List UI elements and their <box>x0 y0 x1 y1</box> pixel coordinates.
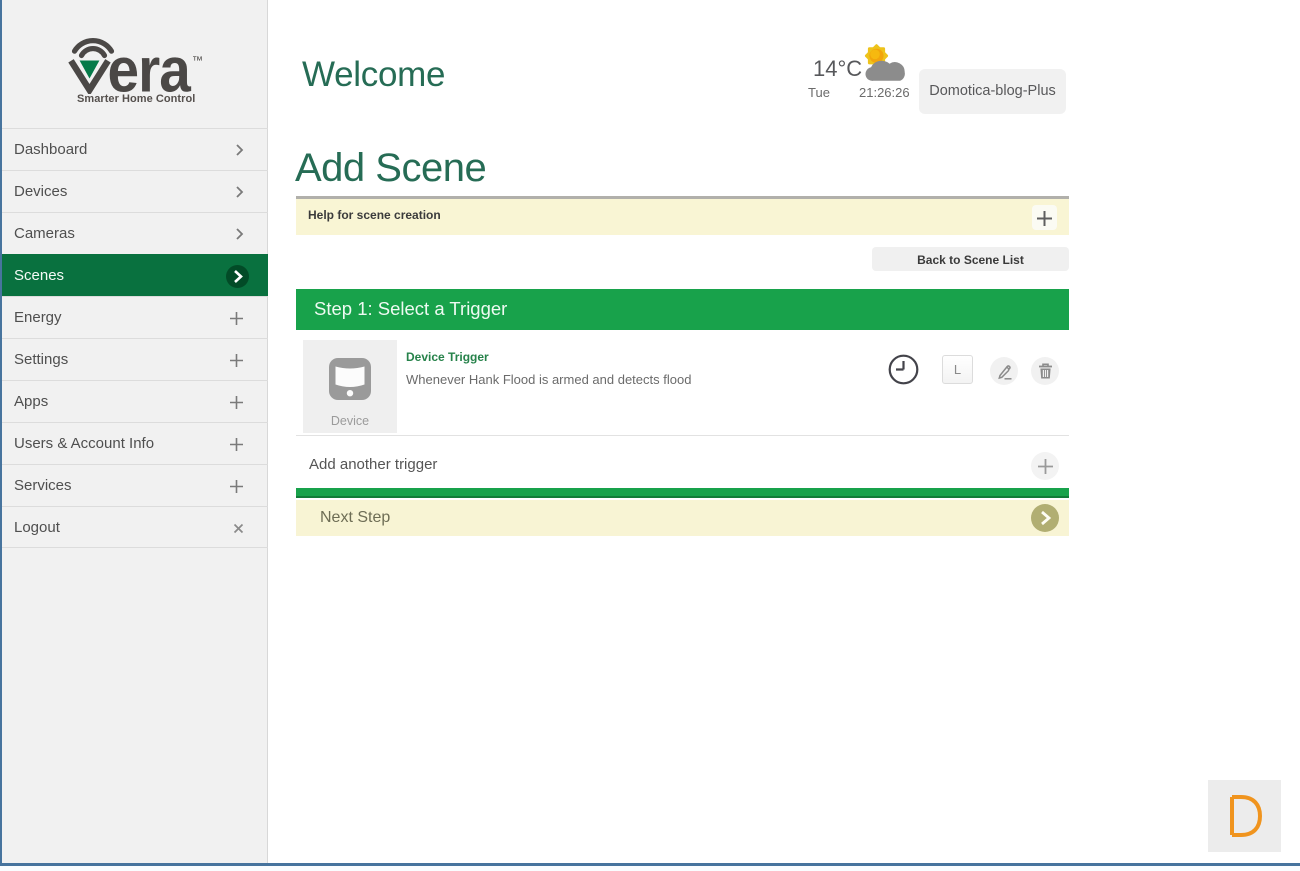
svg-text:™: ™ <box>192 55 203 67</box>
svg-text:era: era <box>108 36 192 94</box>
